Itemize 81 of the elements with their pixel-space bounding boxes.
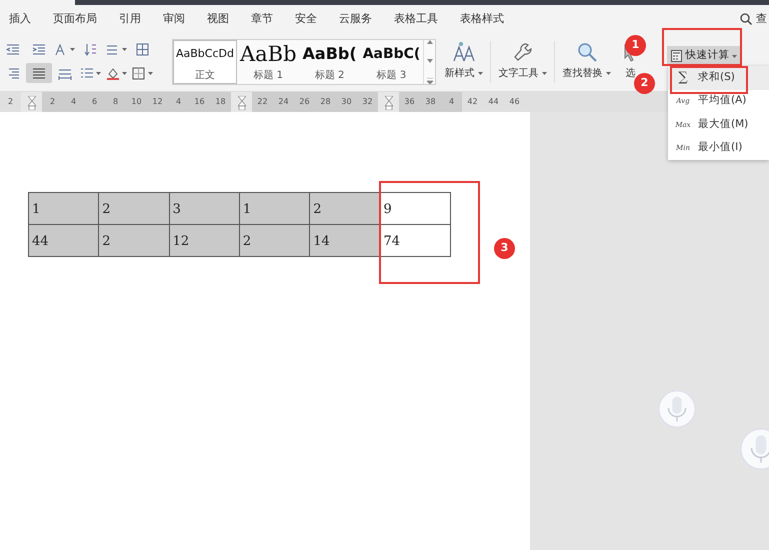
search-icon[interactable] [740, 13, 752, 25]
ruler-number: 16 [189, 92, 210, 112]
menu-tab[interactable]: 表格工具 [394, 10, 438, 28]
table-cell[interactable]: 1 [239, 192, 310, 224]
ruler-number: 46 [508, 96, 521, 108]
table-cell[interactable]: 2 [98, 192, 170, 224]
ruler-number: 8 [105, 92, 126, 112]
ruler-number: 22 [252, 92, 273, 112]
table-cell[interactable]: 2 [98, 224, 170, 256]
ribbon-button[interactable]: 查找替换 [558, 33, 616, 91]
more-icon[interactable] [426, 78, 433, 84]
fill-icon [106, 66, 128, 80]
caret-icon [542, 72, 548, 75]
toolbar-button[interactable] [26, 63, 52, 83]
style-option[interactable]: AaBbC( 标题 3 [360, 40, 424, 84]
ruler-number: 36 [399, 92, 420, 112]
ruler-number: 38 [420, 92, 441, 112]
wrench-icon [512, 41, 534, 63]
caret-icon [732, 54, 738, 58]
menu-item[interactable]: ∑ 求和(S) [668, 66, 769, 90]
ruler-number: 26 [294, 92, 315, 112]
menu-tab[interactable]: 审阅 [163, 10, 185, 28]
menu-tab[interactable]: 视图 [207, 10, 229, 28]
menu-tab[interactable]: 插入 [9, 10, 31, 28]
menu-tab[interactable]: 页面布局 [53, 10, 97, 28]
ruler-number: 4 [63, 92, 84, 112]
ruler-number: 4 [168, 92, 189, 112]
ruler-marker-icon[interactable] [28, 96, 36, 110]
menu-tab[interactable]: 云服务 [339, 10, 372, 28]
ruler-number: 2 [42, 92, 63, 112]
ruler-number: 6 [84, 92, 105, 112]
caret-icon [478, 72, 484, 75]
outdent-icon [6, 42, 20, 56]
ruler-number: 44 [487, 96, 500, 108]
scroll-up-icon[interactable] [426, 40, 433, 44]
ruler-number: 12 [147, 92, 168, 112]
table-cell[interactable]: 12 [169, 224, 240, 256]
table-cell[interactable]: 1 [28, 192, 99, 224]
font-size-icon [54, 42, 76, 56]
justify-icon [32, 66, 46, 80]
ruler-marker-icon[interactable] [238, 96, 246, 110]
ribbon-button[interactable]: 新样式 [440, 33, 488, 91]
style-option[interactable]: AaBb( 标题 2 [300, 40, 360, 84]
ruler-number: 30 [336, 92, 357, 112]
ruler-number: 10 [126, 92, 147, 112]
ruler-number: 2 [6, 96, 14, 108]
table-icon [136, 42, 150, 56]
table-cell[interactable]: 9 [380, 192, 450, 224]
ribbon-button[interactable]: 文字工具 [494, 33, 552, 91]
table-cell[interactable]: 2 [310, 192, 380, 224]
search-icon [576, 41, 598, 63]
style-option[interactable]: AaBbCcDd 正文 [173, 40, 237, 84]
distribute-icon [58, 66, 72, 80]
ruler-number: 32 [357, 92, 378, 112]
indent-icon [32, 42, 46, 56]
align-right-icon [6, 66, 20, 80]
table-cell[interactable]: 14 [310, 224, 380, 256]
ruler-number: 28 [315, 92, 336, 112]
sort-icon [84, 42, 98, 56]
search-label[interactable]: 查 [756, 10, 767, 28]
font-style-icon [452, 41, 475, 63]
list-icon [80, 66, 102, 80]
calculator-icon [671, 50, 682, 62]
table-cell[interactable]: 44 [28, 224, 99, 256]
ruler-number: 4 [441, 92, 462, 112]
table-cell[interactable]: 3 [169, 192, 240, 224]
table-cell[interactable]: 74 [380, 224, 450, 256]
scroll-down-icon[interactable] [426, 59, 433, 63]
ruler-number: 18 [210, 92, 231, 112]
ruler-marker-icon[interactable] [384, 96, 392, 110]
border-icon [132, 66, 154, 80]
menu-tab[interactable]: 表格样式 [460, 10, 504, 28]
line-spacing-icon [106, 42, 128, 56]
menu-tab[interactable]: 安全 [295, 10, 317, 28]
menu-tab[interactable]: 章节 [251, 10, 273, 28]
ruler-number: 24 [273, 92, 294, 112]
menu-tab[interactable]: 引用 [119, 10, 141, 28]
table-cell[interactable]: 2 [239, 224, 310, 256]
style-option[interactable]: AaBb 标题 1 [236, 40, 300, 84]
ruler-number: 42 [466, 96, 479, 108]
caret-icon [606, 72, 612, 75]
